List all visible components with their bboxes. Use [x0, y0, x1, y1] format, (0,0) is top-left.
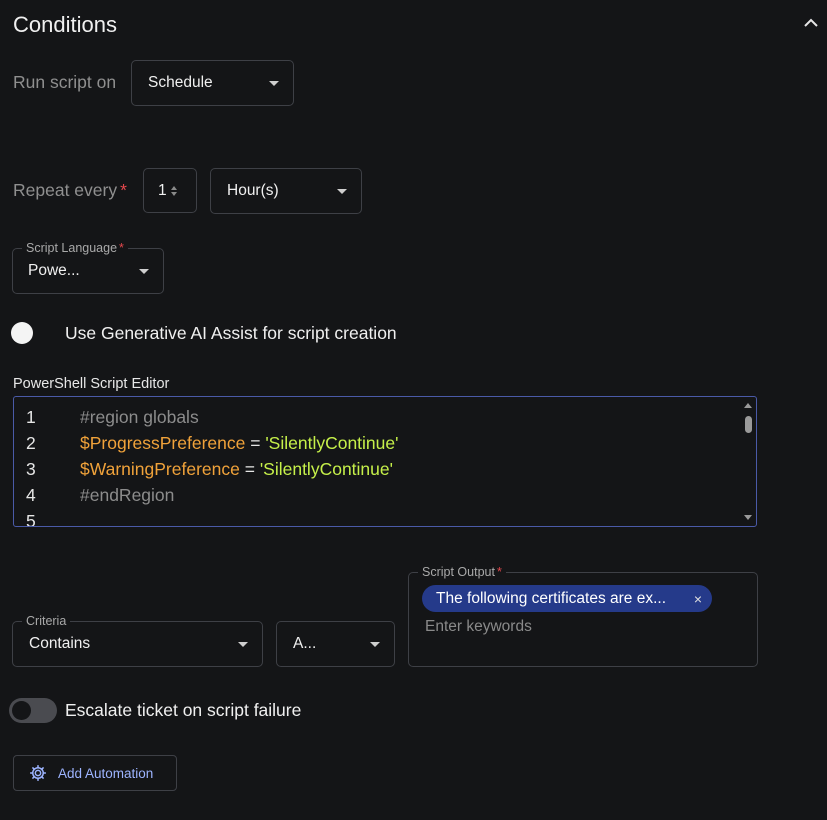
script-editor[interactable]: 1 #region globals 2 $ProgressPreference … [13, 396, 757, 527]
criteria-mode-value: A... [293, 635, 317, 652]
script-language-select[interactable]: Script Language * Powe... [12, 241, 164, 294]
chevron-down-icon [337, 188, 347, 194]
keywords-input[interactable] [425, 618, 725, 636]
editor-label: PowerShell Script Editor [13, 376, 170, 392]
chevron-down-icon [269, 80, 279, 86]
code-statement: $ProgressPreference = 'SilentlyContinue' [80, 432, 399, 453]
repeat-interval-stepper[interactable]: 1 [143, 168, 197, 213]
run-script-label: Run script on [13, 72, 117, 92]
criteria-select[interactable]: Criteria Contains [12, 614, 263, 667]
code-comment: #endRegion [80, 484, 175, 505]
chevron-up-icon[interactable] [803, 16, 819, 30]
line-number: 1 [26, 406, 36, 427]
keyword-chip-text: The following certificates are ex... [436, 589, 667, 607]
line-number: 2 [26, 432, 36, 453]
code-comment: #region globals [80, 406, 199, 427]
criteria-value: Contains [29, 635, 91, 652]
line-number: 5 [26, 510, 36, 527]
script-output-label-text: Script Output [422, 565, 495, 579]
repeat-interval-value: 1 [158, 181, 167, 199]
required-mark: * [120, 180, 127, 200]
toggle-knob [12, 701, 31, 720]
repeat-unit-value: Hour(s) [227, 182, 279, 199]
criteria-label: Criteria [22, 614, 71, 628]
section-title: Conditions [13, 12, 117, 37]
repeat-unit-select[interactable]: Hour(s) [210, 168, 362, 214]
editor-scrollbar[interactable] [742, 399, 754, 524]
scroll-up-icon[interactable] [744, 403, 752, 408]
line-number: 4 [26, 484, 36, 505]
close-icon[interactable]: × [694, 591, 702, 607]
chevron-down-icon [139, 268, 149, 274]
stepper-arrows-icon[interactable] [170, 185, 177, 196]
ai-assist-radio[interactable] [11, 322, 33, 344]
chevron-down-icon [238, 641, 248, 647]
script-language-label-text: Script Language [26, 241, 118, 255]
scrollbar-thumb[interactable] [745, 416, 752, 433]
gear-icon [30, 765, 46, 781]
escalate-toggle[interactable] [9, 698, 57, 723]
add-automation-button[interactable]: Add Automation [13, 755, 177, 791]
script-language-value: Powe... [28, 262, 80, 279]
add-automation-label: Add Automation [58, 765, 154, 781]
code-statement: $WarningPreference = 'SilentlyContinue' [80, 458, 393, 479]
keyword-chip[interactable]: The following certificates are ex... × [422, 585, 712, 612]
escalate-label: Escalate ticket on script failure [65, 700, 302, 720]
required-mark: * [496, 565, 502, 579]
ai-assist-label: Use Generative AI Assist for script crea… [65, 323, 397, 343]
script-language-label: Script Language * [22, 241, 128, 255]
required-mark: * [119, 241, 124, 255]
chevron-down-icon [370, 641, 380, 647]
run-script-select[interactable]: Schedule [131, 60, 294, 106]
line-number: 3 [26, 458, 36, 479]
script-output-label: Script Output * [418, 565, 506, 579]
script-output-field[interactable]: Script Output * The following certificate… [408, 565, 758, 667]
scroll-down-icon[interactable] [744, 515, 752, 520]
criteria-mode-select[interactable]: A... [276, 621, 395, 667]
repeat-every-label: Repeat every * [13, 180, 127, 201]
repeat-every-text: Repeat every [13, 180, 118, 200]
run-script-value: Schedule [148, 74, 213, 91]
